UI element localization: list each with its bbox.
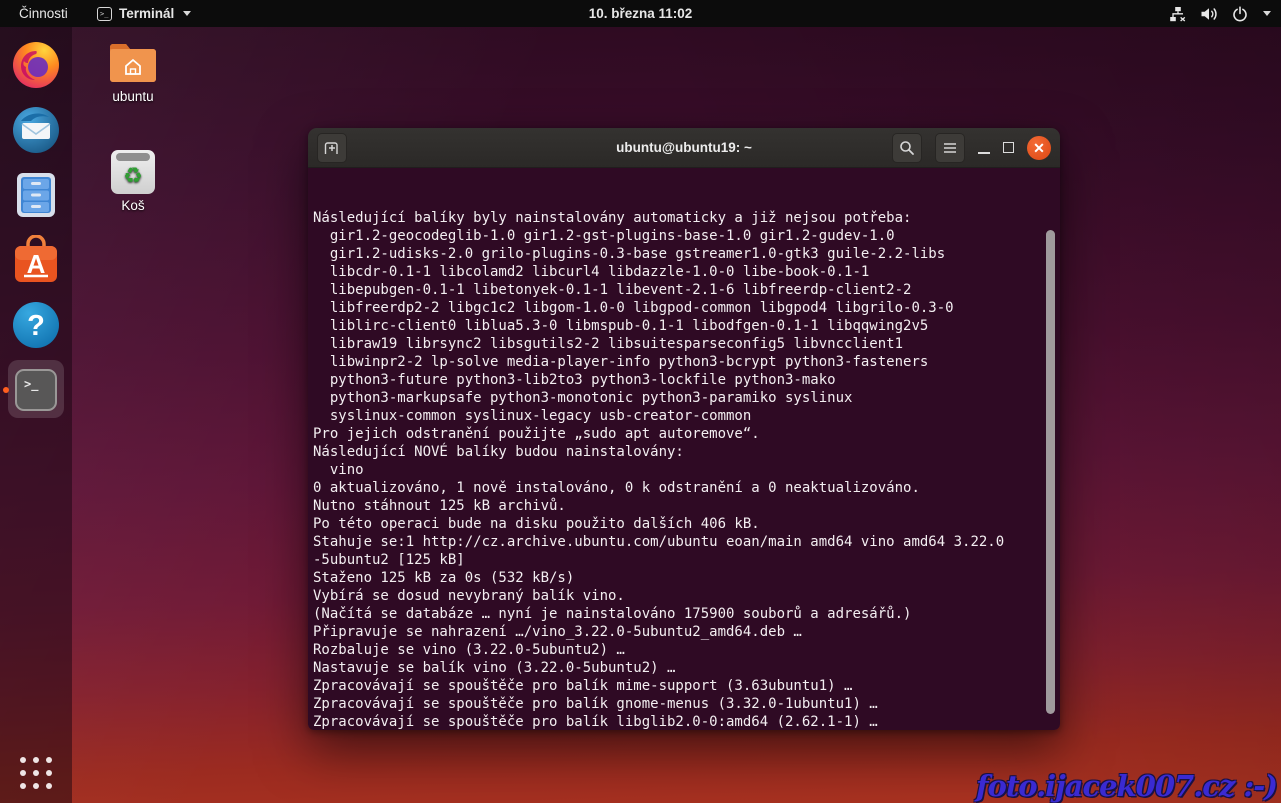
folder-icon [106,39,160,85]
terminal-line: Nutno stáhnout 125 kB archivů. [313,497,1054,515]
terminal-line: Rozbaluje se vino (3.22.0-5ubuntu2) … [313,641,1054,659]
photo-watermark: foto.ijacek007.cz :-) [976,769,1277,803]
volume-icon [1200,6,1219,22]
terminal-line: gir1.2-geocodeglib-1.0 gir1.2-gst-plugin… [313,227,1054,245]
terminal-line: Připravuje se nahrazení …/vino_3.22.0-5u… [313,623,1054,641]
terminal-line: libepubgen-0.1-1 libetonyek-0.1-1 libeve… [313,281,1054,299]
scrollbar-thumb[interactable] [1046,230,1055,714]
terminal-line: python3-markupsafe python3-monotonic pyt… [313,389,1054,407]
dock-item-firefox[interactable] [0,39,72,91]
desktop-icon-label: ubuntu [91,89,175,104]
terminal-line: Po této operaci bude na disku použito da… [313,515,1054,533]
search-button[interactable] [892,133,922,163]
terminal-line: Následující NOVÉ balíky budou nainstalov… [313,443,1054,461]
top-bar: Činnosti >_ Terminál 10. března 11:02 [0,0,1281,27]
terminal-line: Nastavuje se balík vino (3.22.0-5ubuntu2… [313,659,1054,677]
terminal-line: vino [313,461,1054,479]
running-indicator-dot [3,387,9,393]
new-tab-button[interactable] [317,133,347,163]
focused-app-menu[interactable]: >_ Terminál [97,0,191,27]
help-icon: ? [11,300,61,350]
terminal-line: libwinpr2-2 lp-solve media-player-info p… [313,353,1054,371]
dock-item-ubuntu-software[interactable]: A [0,234,72,286]
terminal-line: Následující balíky byly nainstalovány au… [313,209,1054,227]
terminal-line: Zpracovávají se spouštěče pro balík gnom… [313,695,1054,713]
svg-text:A: A [27,249,46,279]
terminal-line: Stahuje se:1 http://cz.archive.ubuntu.co… [313,533,1054,551]
terminal-output[interactable]: Následující balíky byly nainstalovány au… [308,168,1060,730]
power-icon [1232,6,1248,22]
clock[interactable]: 10. března 11:02 [589,6,693,21]
files-icon [13,171,59,219]
svg-text:?: ? [27,310,45,342]
terminal-lines: Následující balíky byly nainstalovány au… [313,209,1054,730]
menu-button[interactable] [935,133,965,163]
desktop-icon-label: Koš [91,198,175,213]
terminal-titlebar[interactable]: ubuntu@ubuntu19: ~ ✕ [308,128,1060,168]
trash-icon: ♻ [111,150,155,194]
terminal-line: libfreerdp2-2 libgc1c2 libgom-1.0-0 libg… [313,299,1054,317]
desktop: Činnosti >_ Terminál 10. března 11:02 [0,0,1281,803]
terminal-line: Staženo 125 kB za 0s (532 kB/s) [313,569,1054,587]
terminal-line: syslinux-common syslinux-legacy usb-crea… [313,407,1054,425]
show-applications-button[interactable] [20,757,52,789]
terminal-line: Zpracovávají se spouštěče pro balík libg… [313,713,1054,730]
ubuntu-software-icon: A [12,235,60,285]
window-title: ubuntu@ubuntu19: ~ [616,140,752,155]
terminal-line: Zpracovávají se spouštěče pro balík mime… [313,677,1054,695]
dock: A ? >_ [0,27,72,803]
hamburger-icon [943,142,957,154]
terminal-line: Pro jejich odstranění použijte „sudo apt… [313,425,1054,443]
terminal-line: libraw19 librsync2 libsgutils2-2 libsuit… [313,335,1054,353]
firefox-icon [11,40,61,90]
terminal-line: 0 aktualizováno, 1 nově instalováno, 0 k… [313,479,1054,497]
chevron-down-icon [183,11,191,16]
maximize-button[interactable] [1003,142,1014,153]
search-icon [899,140,915,156]
terminal-line: -5ubuntu2 [125 kB] [313,551,1054,569]
terminal-app-icon: >_ [97,7,112,21]
terminal-line: libcdr-0.1-1 libcolamd2 libcurl4 libdazz… [313,263,1054,281]
system-tray[interactable] [1169,0,1271,27]
network-offline-icon [1169,6,1187,22]
focused-app-label: Terminál [119,6,174,21]
dock-item-files[interactable] [0,169,72,221]
close-button[interactable]: ✕ [1027,136,1051,160]
activities-button[interactable]: Činnosti [0,0,87,27]
chevron-down-icon [1263,11,1271,16]
minimize-button[interactable] [978,141,990,154]
dock-item-help[interactable]: ? [0,299,72,351]
desktop-icon-trash[interactable]: ♻ Koš [91,150,175,213]
terminal-line: gir1.2-udisks-2.0 grilo-plugins-0.3-base… [313,245,1054,263]
thunderbird-icon [11,105,61,155]
terminal-window: ubuntu@ubuntu19: ~ ✕ Nás [308,128,1060,730]
dock-item-terminal[interactable]: >_ [0,364,72,416]
terminal-line: python3-future python3-lib2to3 python3-l… [313,371,1054,389]
terminal-line: (Načítá se databáze … nyní je nainstalov… [313,605,1054,623]
desktop-icon-ubuntu-folder[interactable]: ubuntu [91,39,175,104]
terminal-line: Vybírá se dosud nevybraný balík vino. [313,587,1054,605]
active-app-highlight [8,360,64,418]
terminal-line: liblirc-client0 liblua5.3-0 libmspub-0.1… [313,317,1054,335]
dock-item-thunderbird[interactable] [0,104,72,156]
new-tab-icon [323,140,341,156]
